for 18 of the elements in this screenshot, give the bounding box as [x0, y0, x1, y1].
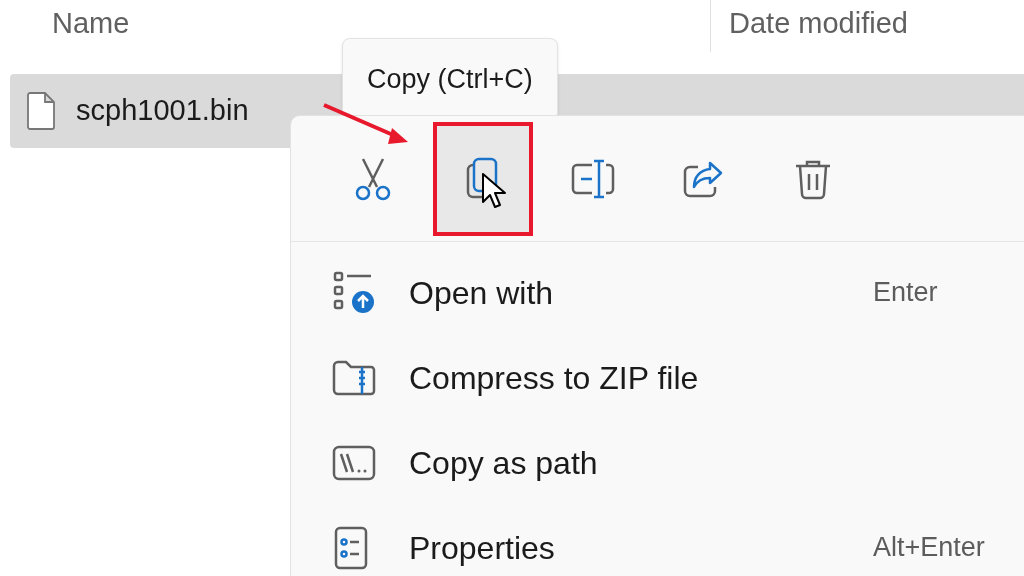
- rename-icon: [570, 158, 616, 199]
- menu-item[interactable]: Copy as path: [291, 420, 1024, 505]
- menu-item[interactable]: Compress to ZIP file: [291, 335, 1024, 420]
- column-header[interactable]: Date modified: [729, 2, 908, 46]
- scissors-icon: [353, 156, 393, 201]
- file-icon: [26, 92, 56, 130]
- shortcut-label: Enter: [873, 276, 938, 310]
- menu-item-label: Copy as path: [409, 443, 599, 483]
- menu-item-label: Open with: [409, 273, 555, 313]
- open-with-icon: [331, 269, 377, 316]
- cursor-icon: [481, 171, 507, 210]
- menu-item-label: Compress to ZIP file: [409, 358, 700, 398]
- file-name: scph1001.bin: [76, 93, 249, 129]
- menu-item[interactable]: Open with Enter: [291, 250, 1024, 335]
- menu-item-label: Properties: [409, 528, 556, 568]
- menu-item[interactable]: Properties Alt+Enter: [291, 505, 1024, 576]
- shortcut-label: Alt+Enter: [873, 531, 985, 565]
- copy-path-icon: [331, 443, 377, 482]
